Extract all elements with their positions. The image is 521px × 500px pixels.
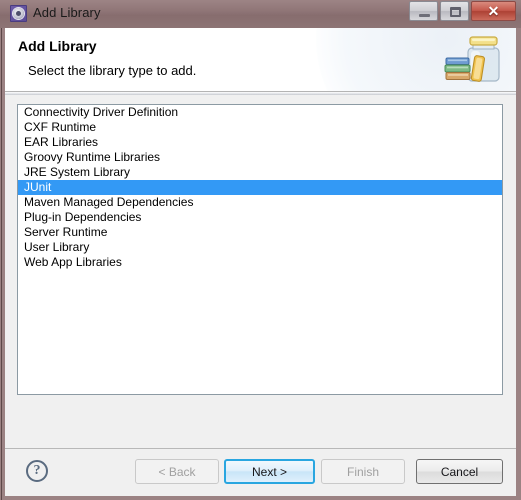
list-item[interactable]: JUnit <box>18 180 502 195</box>
help-icon[interactable]: ? <box>26 460 48 482</box>
maximize-button[interactable] <box>440 1 469 21</box>
list-item[interactable]: CXF Runtime <box>18 120 502 135</box>
list-item[interactable]: Groovy Runtime Libraries <box>18 150 502 165</box>
title-bar[interactable]: Add Library ✕ <box>0 0 521 28</box>
page-subtitle: Select the library type to add. <box>28 63 197 78</box>
restore-icon <box>450 7 461 17</box>
page-title: Add Library <box>18 38 97 54</box>
cancel-button[interactable]: Cancel <box>416 459 503 484</box>
close-icon: ✕ <box>487 2 500 19</box>
close-button[interactable]: ✕ <box>471 1 516 21</box>
list-item[interactable]: Web App Libraries <box>18 255 502 270</box>
header-separator <box>5 92 516 95</box>
list-item[interactable]: Plug-in Dependencies <box>18 210 502 225</box>
minimize-button[interactable] <box>409 1 438 21</box>
jar-of-books-icon <box>444 36 500 82</box>
finish-button[interactable]: Finish <box>321 459 405 484</box>
minimize-icon <box>419 14 430 17</box>
window-controls: ✕ <box>409 1 516 21</box>
back-button[interactable]: < Back <box>135 459 219 484</box>
dialog-client-area: Add Library Select the library type to a… <box>5 28 516 496</box>
list-item[interactable]: Connectivity Driver Definition <box>18 105 502 120</box>
list-item[interactable]: Server Runtime <box>18 225 502 240</box>
list-item[interactable]: Maven Managed Dependencies <box>18 195 502 210</box>
dialog-footer: ? < Back Next > Finish Cancel <box>5 449 516 496</box>
add-library-dialog-window: Add Library ✕ Add Library Select the lib… <box>0 0 521 500</box>
list-item[interactable]: JRE System Library <box>18 165 502 180</box>
window-title: Add Library <box>33 5 101 20</box>
dialog-header: Add Library Select the library type to a… <box>5 28 516 92</box>
list-item[interactable]: User Library <box>18 240 502 255</box>
library-type-list[interactable]: Connectivity Driver Definition CXF Runtim… <box>17 104 503 395</box>
gear-icon <box>10 5 27 22</box>
list-item[interactable]: EAR Libraries <box>18 135 502 150</box>
next-button[interactable]: Next > <box>224 459 315 484</box>
